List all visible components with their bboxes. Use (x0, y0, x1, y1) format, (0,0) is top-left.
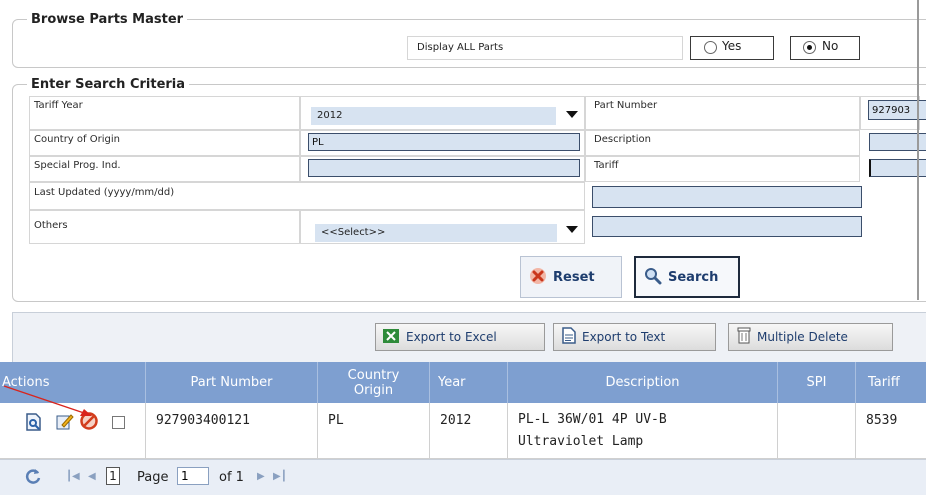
last-updated-label: Last Updated (yyyy/mm/dd) (34, 187, 175, 198)
header-year-label: Year (438, 375, 466, 390)
search-criteria-legend: Enter Search Criteria (31, 77, 186, 92)
export-to-excel-label: Export to Excel (406, 330, 497, 344)
row-select-checkbox[interactable] (112, 416, 125, 429)
header-origin-label: Origin (353, 382, 394, 398)
cell-description: PL-L 36W/01 4P UV-B Ultraviolet Lamp (508, 403, 778, 459)
tariff-label: Tariff (594, 160, 619, 171)
country-of-origin-input[interactable] (308, 133, 580, 151)
multiple-delete-label: Multiple Delete (757, 330, 848, 344)
special-prog-ind-input[interactable] (308, 159, 580, 177)
page-label: Page (137, 470, 169, 485)
first-page-icon[interactable]: ┃◀ (66, 471, 80, 482)
header-part-number-label: Part Number (190, 375, 273, 390)
column-header-country-origin[interactable]: Country Origin (318, 362, 430, 403)
yes-label: Yes (722, 39, 742, 53)
country-of-origin-label: Country of Origin (34, 134, 120, 145)
export-to-excel-button[interactable]: Export to Excel (375, 323, 545, 351)
multiple-delete-button[interactable]: Multiple Delete (728, 323, 893, 351)
tariff-label-cell (585, 156, 860, 182)
cell-tariff: 8539 (866, 413, 898, 428)
header-spi-label: SPI (806, 375, 827, 390)
refresh-icon[interactable] (24, 467, 42, 489)
cell-description-line-1: PL-L 36W/01 4P UV-B (518, 412, 667, 427)
export-to-text-label: Export to Text (582, 330, 666, 344)
current-page-box: 1 (106, 467, 120, 485)
column-header-year[interactable]: Year (430, 362, 508, 403)
page-number-input[interactable] (177, 467, 209, 485)
part-number-label: Part Number (594, 100, 658, 111)
cell-description-line-2: Ultraviolet Lamp (518, 434, 644, 449)
column-header-tariff[interactable]: Tariff (856, 362, 926, 403)
no-label: No (822, 39, 839, 53)
others-label: Others (34, 220, 68, 231)
export-to-text-button[interactable]: Export to Text (553, 323, 716, 351)
others-select[interactable]: <<Select>> (315, 224, 557, 242)
cell-country: PL (318, 403, 430, 459)
yes-radio[interactable] (704, 41, 717, 54)
right-border (917, 0, 919, 300)
description-label: Description (594, 134, 651, 145)
reset-icon (529, 267, 547, 288)
previous-page-icon[interactable]: ◀ (88, 471, 96, 482)
header-description-label: Description (605, 375, 680, 390)
of-pages-label: of 1 (219, 470, 244, 485)
column-header-part-number[interactable]: Part Number (146, 362, 318, 403)
tariff-year-dropdown-arrow[interactable] (566, 111, 578, 118)
tariff-year-label: Tariff Year (34, 100, 83, 111)
display-all-parts-label: Display ALL Parts (417, 42, 504, 53)
header-tariff-label: Tariff (868, 375, 900, 390)
text-file-icon (562, 327, 576, 347)
cell-part-number: 927903400121 (146, 403, 318, 459)
column-header-description[interactable]: Description (508, 362, 778, 403)
cell-spi (778, 403, 856, 459)
search-button[interactable]: Search (634, 256, 740, 298)
search-label: Search (668, 269, 719, 285)
column-header-spi[interactable]: SPI (778, 362, 856, 403)
tariff-year-select[interactable]: 2012 (311, 107, 556, 125)
browse-parts-master-legend: Browse Parts Master (31, 12, 184, 27)
annotation-arrow (3, 385, 92, 416)
no-radio[interactable] (803, 41, 816, 54)
others-dropdown-arrow[interactable] (566, 226, 578, 233)
special-prog-ind-label: Special Prog. Ind. (34, 160, 121, 171)
last-updated-input[interactable] (592, 186, 862, 208)
others-input[interactable] (592, 216, 862, 237)
last-page-icon[interactable]: ▶┃ (273, 471, 287, 482)
reset-button[interactable]: Reset (520, 256, 622, 298)
reset-label: Reset (553, 269, 595, 285)
excel-icon (382, 328, 400, 347)
header-country-label: Country (347, 367, 400, 383)
cell-year: 2012 (430, 403, 508, 459)
trash-icon (737, 327, 751, 347)
search-icon (644, 267, 662, 288)
next-page-icon[interactable]: ▶ (257, 471, 265, 482)
